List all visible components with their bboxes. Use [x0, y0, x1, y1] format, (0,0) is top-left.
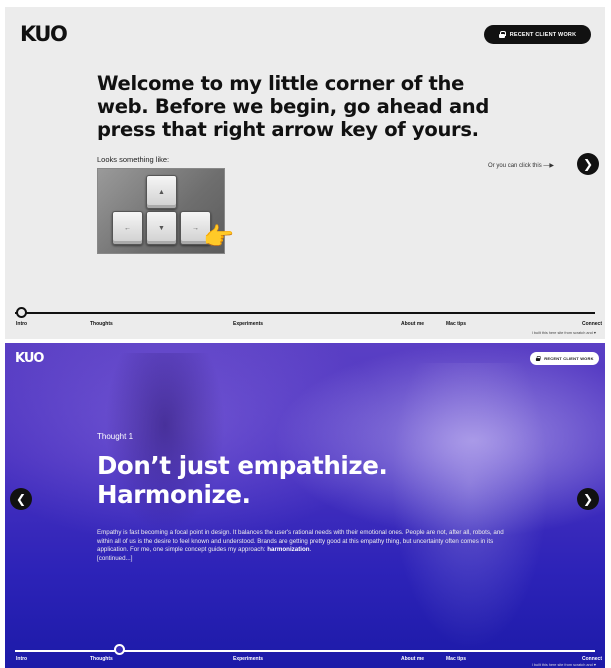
built-footnote: I built this here site from scratch and … [531, 663, 596, 667]
thought-number: Thought 1 [97, 432, 134, 441]
thought-title: Don’t just empathize. Harmonize. [97, 451, 388, 509]
down-arrow-key-icon: ▼ [146, 211, 177, 245]
welcome-heading: Welcome to my little corner of the web. … [97, 72, 490, 141]
recent-client-work-button-light[interactable]: RECENT CLIENT WORK [530, 352, 599, 365]
click-hint-text: Or you can click this —▶ [488, 163, 554, 169]
intro-section: KUO RECENT CLIENT WORK Welcome to my lit… [5, 7, 605, 339]
timeline-bar [15, 312, 595, 314]
next-arrow-button[interactable]: ❯ [577, 153, 599, 175]
left-arrow-key-icon: ← [112, 211, 143, 245]
chevron-right-icon: ❯ [582, 492, 594, 506]
chevron-right-icon: ❯ [582, 157, 594, 171]
pointing-hand-icon: 👉 [203, 223, 235, 251]
looks-like-text: Looks something like: [97, 155, 170, 164]
timeline-current-dot[interactable] [16, 307, 27, 318]
timeline-current-dot[interactable] [114, 644, 125, 655]
timeline-item-about-me[interactable]: About me [401, 321, 424, 327]
next-arrow-button[interactable]: ❯ [577, 488, 599, 510]
up-arrow-key-icon: ▲ [146, 175, 177, 209]
chevron-left-icon: ❮ [15, 492, 27, 506]
thought-section: KUO RECENT CLIENT WORK Thought 1 Don’t j… [5, 343, 605, 668]
background-performer-right [385, 363, 555, 663]
built-footnote: I built this here site from scratch and … [531, 331, 596, 335]
timeline-item-mac-tips[interactable]: Mac tips [446, 656, 466, 662]
timeline-item-intro[interactable]: Intro [16, 656, 27, 662]
recent-client-work-label: RECENT CLIENT WORK [509, 31, 577, 38]
timeline-item-intro[interactable]: Intro [16, 321, 27, 327]
recent-client-work-button[interactable]: RECENT CLIENT WORK [484, 25, 591, 44]
lock-icon [498, 31, 506, 38]
logo-light[interactable]: KUO [15, 351, 44, 366]
timeline-item-thoughts[interactable]: Thoughts [90, 321, 113, 327]
timeline-item-experiments[interactable]: Experiments [233, 656, 263, 662]
thought-body-end: . [309, 546, 312, 554]
timeline-item-experiments[interactable]: Experiments [233, 321, 263, 327]
lock-icon [536, 356, 542, 361]
thought-body: Empathy is fast becoming a focal point i… [97, 529, 505, 563]
timeline-item-about-me[interactable]: About me [401, 656, 424, 662]
prev-arrow-button[interactable]: ❮ [10, 488, 32, 510]
timeline-item-mac-tips[interactable]: Mac tips [446, 321, 466, 327]
timeline-item-connect[interactable]: Connect [582, 321, 602, 327]
timeline-item-thoughts[interactable]: Thoughts [90, 656, 113, 662]
continued-link[interactable]: [continued...] [97, 555, 132, 562]
thought-body-bold: harmonization [267, 546, 310, 554]
timeline-item-connect[interactable]: Connect [582, 656, 602, 662]
logo[interactable]: KUO [20, 22, 68, 46]
timeline-bar [15, 650, 595, 652]
recent-client-work-label: RECENT CLIENT WORK [544, 356, 594, 361]
